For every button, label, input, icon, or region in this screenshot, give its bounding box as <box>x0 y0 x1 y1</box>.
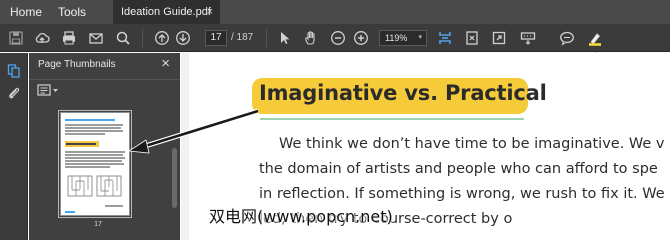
chevron-down-icon: ▾ <box>418 34 422 41</box>
paragraph-line: the domain of artists and people who can… <box>259 161 658 177</box>
paragraph-line: in reflection. If something is wrong, we… <box>259 186 665 202</box>
page-number-input[interactable]: 17 <box>205 30 227 46</box>
print-icon[interactable] <box>58 24 80 52</box>
thumbnail-text-line <box>65 127 121 129</box>
close-panel-icon[interactable]: × <box>161 55 170 72</box>
zoom-level-select[interactable]: 119% ▾ <box>379 30 427 46</box>
page-thumbnails-icon[interactable] <box>4 61 24 81</box>
thumbnail-text-line <box>65 160 122 162</box>
panel-title: Page Thumbnails <box>38 59 116 70</box>
page-thumbnails-panel: Page Thumbnails × 17 <box>29 53 180 240</box>
thumbnail-text-line <box>105 205 123 207</box>
heading-underline <box>260 118 524 120</box>
cloud-upload-icon[interactable] <box>31 24 53 52</box>
thumbnail-text-line <box>65 166 110 168</box>
fit-width-icon[interactable] <box>434 24 456 52</box>
page-total: / 187 <box>231 32 254 43</box>
thumbnail-text-line <box>65 163 124 165</box>
thumbnail-page-number: 17 <box>94 221 102 228</box>
thumbnail-options-icon[interactable] <box>37 83 61 97</box>
menu-bar: Home Tools Ideation Guide.pdf × <box>0 0 670 24</box>
thumbnail-text-line <box>65 157 125 159</box>
thumbnail-text-line <box>65 151 125 153</box>
email-icon[interactable] <box>85 24 107 52</box>
comment-icon[interactable] <box>556 24 578 52</box>
thumbnail-text-line <box>65 119 115 121</box>
panel-divider <box>29 79 180 80</box>
menu-tools[interactable]: Tools <box>58 0 86 24</box>
save-icon[interactable] <box>5 24 27 52</box>
full-screen-icon[interactable] <box>488 24 510 52</box>
panel-scrollbar[interactable] <box>172 148 177 208</box>
thumbnail-maze-figure <box>67 175 122 197</box>
toolbar: 17 / 187 119% ▾ <box>0 24 670 52</box>
page-up-icon[interactable] <box>151 24 173 52</box>
thumbnail-text-line <box>65 130 123 132</box>
toolbar-divider <box>142 29 143 47</box>
document-tab[interactable]: Ideation Guide.pdf × <box>113 0 220 24</box>
close-tab-icon[interactable]: × <box>207 0 213 24</box>
page-thumbnail[interactable] <box>60 112 130 216</box>
menu-home[interactable]: Home <box>10 0 42 24</box>
page-down-icon[interactable] <box>172 24 194 52</box>
read-mode-icon[interactable] <box>517 24 539 52</box>
thumbnail-text-line <box>65 124 123 126</box>
zoom-out-icon[interactable] <box>327 24 349 52</box>
thumbnail-heading-text <box>66 142 96 145</box>
hand-tool-icon[interactable] <box>300 24 322 52</box>
zoom-in-icon[interactable] <box>350 24 372 52</box>
search-icon[interactable] <box>112 24 134 52</box>
highlight-icon[interactable] <box>584 24 606 52</box>
paragraph-line: We think we don’t have time to be imagin… <box>279 136 665 152</box>
navigation-rail <box>0 53 28 240</box>
fit-page-icon[interactable] <box>461 24 483 52</box>
thumbnail-text-line <box>65 133 105 135</box>
attachments-icon[interactable] <box>4 83 24 103</box>
section-heading: Imaginative vs. Practical <box>259 81 547 105</box>
watermark-text: 双电网(www.popcn.net) <box>209 207 393 226</box>
document-tab-title: Ideation Guide.pdf <box>121 6 211 18</box>
thumbnail-text-line <box>65 211 75 213</box>
page-shadow <box>181 53 189 240</box>
select-cursor-icon[interactable] <box>274 24 296 52</box>
zoom-level-value: 119% <box>385 33 408 43</box>
thumbnail-text-line <box>65 154 123 156</box>
toolbar-divider <box>266 29 267 47</box>
